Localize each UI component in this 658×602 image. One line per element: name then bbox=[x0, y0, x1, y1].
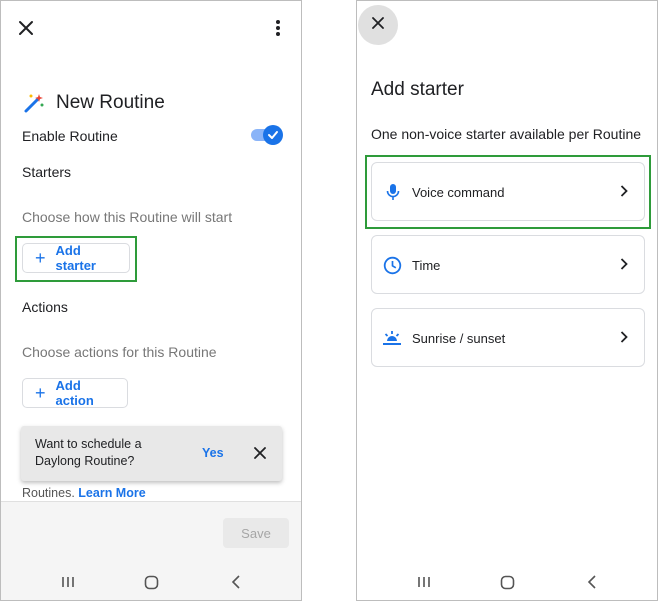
add-starter-screen: Add starter One non-voice starter availa… bbox=[356, 0, 658, 601]
recent-apps-icon[interactable] bbox=[417, 575, 431, 589]
snackbar-message: Want to schedule a Daylong Routine? bbox=[35, 436, 142, 470]
clock-icon bbox=[383, 256, 402, 275]
chevron-right-icon bbox=[620, 258, 628, 270]
sunrise-icon bbox=[382, 329, 402, 347]
close-icon[interactable] bbox=[17, 19, 35, 37]
starters-hint: Choose how this Routine will start bbox=[22, 209, 233, 225]
plus-icon: + bbox=[35, 383, 46, 403]
learn-more-link[interactable]: Learn More bbox=[78, 486, 145, 500]
back-icon[interactable] bbox=[587, 575, 597, 589]
snackbar-yes-button[interactable]: Yes bbox=[202, 446, 224, 460]
voice-command-option[interactable]: Voice command bbox=[371, 162, 645, 221]
add-starter-button[interactable]: + Add starter bbox=[22, 243, 130, 273]
actions-hint: Choose actions for this Routine bbox=[22, 344, 217, 360]
voice-command-label: Voice command bbox=[412, 185, 505, 200]
footer-note: Routines. Learn More bbox=[22, 486, 146, 500]
add-starter-label: Add starter bbox=[55, 243, 96, 273]
add-action-button[interactable]: + Add action bbox=[22, 378, 128, 408]
plus-icon: + bbox=[35, 248, 46, 268]
divider bbox=[1, 501, 301, 502]
time-option[interactable]: Time bbox=[371, 235, 645, 294]
enable-routine-label: Enable Routine bbox=[22, 128, 118, 144]
check-icon bbox=[263, 125, 283, 145]
schedule-snackbar: Want to schedule a Daylong Routine? Yes bbox=[21, 426, 282, 481]
home-icon[interactable] bbox=[500, 575, 515, 590]
time-label: Time bbox=[412, 258, 441, 273]
actions-heading: Actions bbox=[22, 299, 68, 315]
add-action-label: Add action bbox=[55, 378, 94, 408]
starters-heading: Starters bbox=[22, 164, 72, 180]
page-title: New Routine bbox=[56, 92, 165, 113]
snackbar-line-2: Daylong Routine? bbox=[35, 454, 135, 468]
starter-subtitle: One non-voice starter available per Rout… bbox=[371, 126, 642, 142]
chevron-right-icon bbox=[620, 331, 628, 343]
footer-text: Routines. bbox=[22, 486, 75, 500]
snackbar-close-icon[interactable] bbox=[253, 446, 267, 460]
snackbar-line-1: Want to schedule a bbox=[35, 437, 142, 451]
microphone-icon bbox=[386, 183, 400, 201]
home-icon[interactable] bbox=[144, 575, 159, 590]
close-button[interactable] bbox=[358, 5, 398, 45]
sunrise-sunset-label: Sunrise / sunset bbox=[412, 331, 506, 346]
recent-apps-icon[interactable] bbox=[61, 575, 75, 589]
save-button[interactable]: Save bbox=[223, 518, 289, 548]
more-options-icon[interactable] bbox=[271, 19, 285, 37]
page-title: Add starter bbox=[371, 79, 464, 100]
new-routine-screen: New Routine Enable Routine Starters Choo… bbox=[0, 0, 302, 601]
chevron-right-icon bbox=[620, 185, 628, 197]
enable-routine-toggle[interactable] bbox=[251, 125, 283, 145]
back-icon[interactable] bbox=[231, 575, 241, 589]
close-icon bbox=[371, 16, 385, 35]
sunrise-sunset-option[interactable]: Sunrise / sunset bbox=[371, 308, 645, 367]
magic-wand-icon bbox=[23, 92, 45, 114]
